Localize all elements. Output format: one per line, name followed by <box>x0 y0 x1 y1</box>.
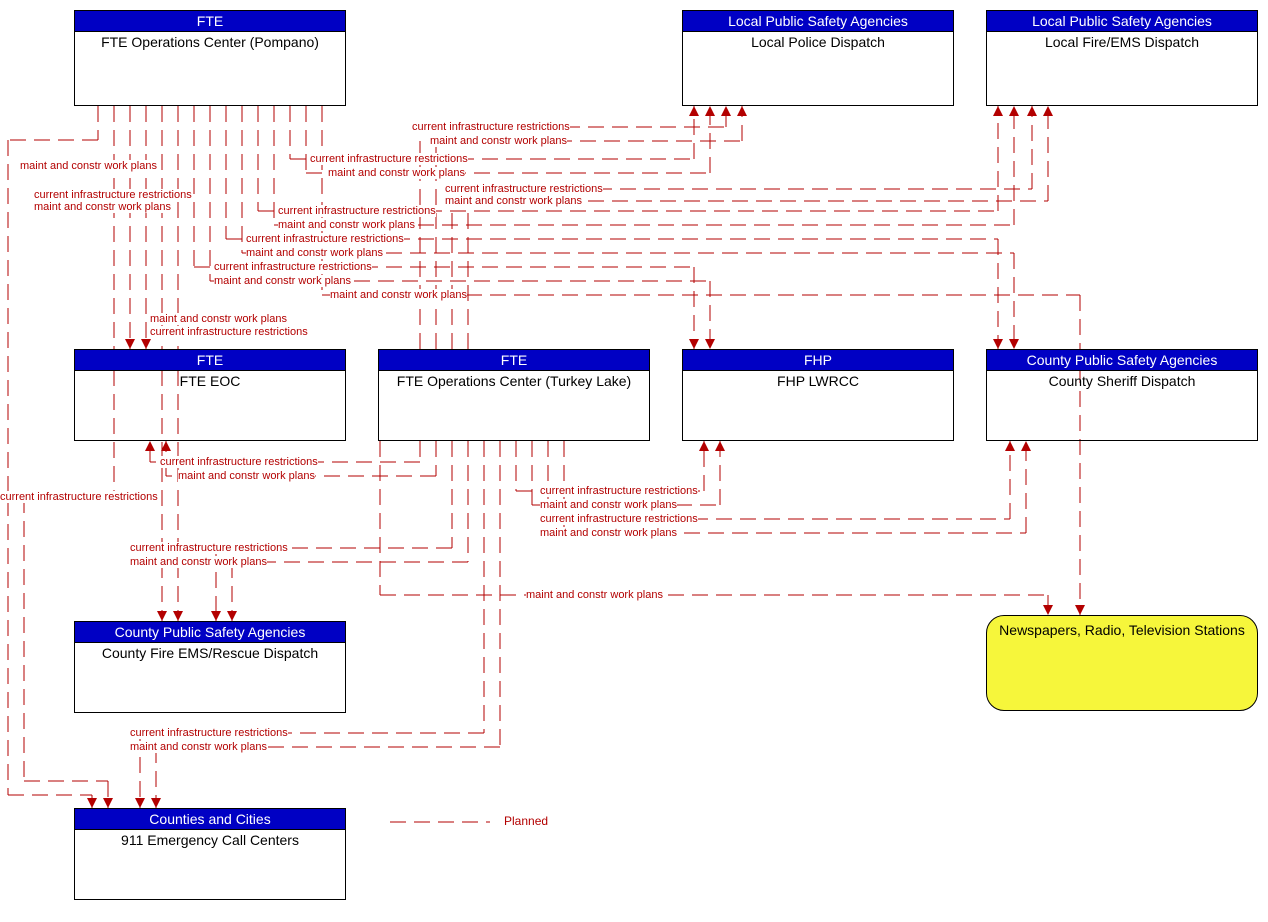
flow-label: current infrastructure restrictions <box>160 456 318 468</box>
flow-label: current infrastructure restrictions <box>130 542 288 554</box>
node-header: County Public Safety Agencies <box>987 350 1257 371</box>
flow-label: maint and constr work plans <box>430 135 567 147</box>
flow-label: maint and constr work plans <box>130 741 267 753</box>
flow-label: maint and constr work plans <box>130 556 267 568</box>
node-body: Local Fire/EMS Dispatch <box>987 32 1257 52</box>
flow-label: maint and constr work plans <box>34 201 171 213</box>
flow-label: current infrastructure restrictions <box>445 183 603 195</box>
flow-label: current infrastructure restrictions <box>0 491 158 503</box>
node-body: Local Police Dispatch <box>683 32 953 52</box>
node-header: Counties and Cities <box>75 809 345 830</box>
diagram-canvas: FTE FTE Operations Center (Pompano) Loca… <box>0 0 1268 922</box>
node-fte-pompano[interactable]: FTE FTE Operations Center (Pompano) <box>74 10 346 106</box>
node-turkey-lake[interactable]: FTE FTE Operations Center (Turkey Lake) <box>378 349 650 441</box>
flow-label: maint and constr work plans <box>178 470 315 482</box>
flow-label: current infrastructure restrictions <box>278 205 436 217</box>
flow-label: maint and constr work plans <box>526 589 663 601</box>
node-header: Local Public Safety Agencies <box>683 11 953 32</box>
node-911[interactable]: Counties and Cities 911 Emergency Call C… <box>74 808 346 900</box>
node-county-sheriff[interactable]: County Public Safety Agencies County She… <box>986 349 1258 441</box>
node-body: FHP LWRCC <box>683 371 953 391</box>
flow-label: current infrastructure restrictions <box>540 485 698 497</box>
node-header: FTE <box>75 350 345 371</box>
node-header: FTE <box>75 11 345 32</box>
flow-label: maint and constr work plans <box>20 160 157 172</box>
node-fte-eoc[interactable]: FTE FTE EOC <box>74 349 346 441</box>
node-body: 911 Emergency Call Centers <box>75 830 345 850</box>
flow-label: maint and constr work plans <box>328 167 465 179</box>
flow-label: maint and constr work plans <box>540 499 677 511</box>
flow-label: current infrastructure restrictions <box>310 153 468 165</box>
node-body: FTE Operations Center (Turkey Lake) <box>379 371 649 391</box>
flow-label: current infrastructure restrictions <box>150 326 308 338</box>
node-media[interactable]: Newspapers, Radio, Television Stations <box>986 615 1258 711</box>
flow-label: current infrastructure restrictions <box>214 261 372 273</box>
flow-label: maint and constr work plans <box>540 527 677 539</box>
flow-label: current infrastructure restrictions <box>540 513 698 525</box>
node-body: FTE Operations Center (Pompano) <box>75 32 345 52</box>
flow-label: maint and constr work plans <box>445 195 582 207</box>
flow-label: maint and constr work plans <box>246 247 383 259</box>
node-header: FHP <box>683 350 953 371</box>
node-local-police[interactable]: Local Public Safety Agencies Local Polic… <box>682 10 954 106</box>
flow-label: current infrastructure restrictions <box>130 727 288 739</box>
node-body: FTE EOC <box>75 371 345 391</box>
legend-label: Planned <box>504 815 548 828</box>
flow-label: current infrastructure restrictions <box>412 121 570 133</box>
node-local-fire[interactable]: Local Public Safety Agencies Local Fire/… <box>986 10 1258 106</box>
flow-label: maint and constr work plans <box>278 219 415 231</box>
flow-label: maint and constr work plans <box>214 275 351 287</box>
node-header: County Public Safety Agencies <box>75 622 345 643</box>
node-body: County Sheriff Dispatch <box>987 371 1257 391</box>
flow-label: maint and constr work plans <box>330 289 467 301</box>
node-body: County Fire EMS/Rescue Dispatch <box>75 643 345 663</box>
flow-label: maint and constr work plans <box>150 313 287 325</box>
flow-label: current infrastructure restrictions <box>246 233 404 245</box>
node-county-fire[interactable]: County Public Safety Agencies County Fir… <box>74 621 346 713</box>
node-header: FTE <box>379 350 649 371</box>
node-header: Local Public Safety Agencies <box>987 11 1257 32</box>
node-fhp-lwrcc[interactable]: FHP FHP LWRCC <box>682 349 954 441</box>
node-body: Newspapers, Radio, Television Stations <box>999 622 1245 638</box>
flow-label: current infrastructure restrictions <box>34 189 192 201</box>
